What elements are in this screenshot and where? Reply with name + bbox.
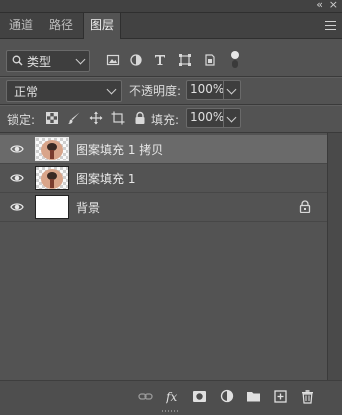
opacity-value: 100% <box>190 82 225 96</box>
filter-kind-select[interactable]: 类型 <box>6 50 90 72</box>
layer-thumbnail <box>35 195 69 219</box>
opacity-label: 不透明度: <box>129 84 182 98</box>
pattern-thumbnail-image <box>36 167 68 189</box>
layer-lock-icon <box>299 200 311 213</box>
layer-row[interactable]: 图案填充 1 <box>0 164 327 192</box>
layer-separator <box>0 221 327 222</box>
resize-grip-icon[interactable] <box>160 409 180 413</box>
link-layers-icon[interactable] <box>138 389 153 404</box>
new-adjustment-layer-icon[interactable] <box>220 389 235 404</box>
chevron-down-icon <box>75 54 86 65</box>
adjustment-layer-filter-icon[interactable] <box>129 53 143 67</box>
add-layer-mask-icon[interactable] <box>192 389 207 404</box>
opacity-input[interactable]: 100% <box>186 80 225 100</box>
tab-layers[interactable]: 图层 <box>83 13 121 39</box>
type-layer-filter-icon[interactable] <box>153 53 167 67</box>
tab-bar: 通道 路径 图层 <box>0 13 342 39</box>
lock-label: 锁定: <box>7 113 36 127</box>
fill-value: 100% <box>190 110 225 124</box>
lock-artboard-icon[interactable] <box>111 111 125 125</box>
layer-thumbnail <box>35 137 69 161</box>
filter-toggle-icon[interactable] <box>230 50 240 70</box>
chevron-down-icon <box>106 84 117 95</box>
layer-row[interactable]: 背景 <box>0 193 327 221</box>
new-layer-icon[interactable] <box>273 389 288 404</box>
pattern-thumbnail-image <box>36 138 68 160</box>
layer-row[interactable]: 图案填充 1 拷贝 <box>0 135 327 163</box>
blend-mode-select[interactable]: 正常 <box>6 80 122 102</box>
collapse-icon[interactable]: ‹‹ <box>316 0 323 11</box>
search-icon <box>12 55 23 66</box>
visibility-eye-icon[interactable] <box>10 172 24 184</box>
opacity-dropdown-button[interactable] <box>223 80 241 100</box>
visibility-eye-icon[interactable] <box>10 201 24 213</box>
lock-image-pixels-brush-icon[interactable] <box>67 111 81 125</box>
delete-layer-trash-icon[interactable] <box>300 389 315 404</box>
chevron-down-icon <box>226 112 237 123</box>
layer-name: 图案填充 1 <box>76 172 136 186</box>
lock-position-move-icon[interactable] <box>89 111 103 125</box>
tab-channels[interactable]: 通道 <box>4 13 38 38</box>
divider <box>0 105 342 106</box>
shape-layer-filter-icon[interactable] <box>178 53 192 67</box>
lock-transparent-pixels-icon[interactable] <box>45 111 59 125</box>
layers-panel: ‹‹ × 通道 路径 图层 类型 正常 不透明度: 100% 锁定: 填充: 1… <box>0 0 342 415</box>
fill-label: 填充: <box>151 113 180 127</box>
layer-name: 背景 <box>76 201 101 215</box>
fill-input[interactable]: 100% <box>186 108 225 128</box>
pixel-layer-filter-icon[interactable] <box>106 53 120 67</box>
svg-text:fx: fx <box>166 390 177 404</box>
divider <box>0 77 342 78</box>
visibility-eye-icon[interactable] <box>10 143 24 155</box>
tab-paths[interactable]: 路径 <box>44 13 78 38</box>
layers-bottom-toolbar: fx <box>0 380 342 415</box>
blend-mode-value: 正常 <box>14 85 39 99</box>
chevron-down-icon <box>226 84 237 95</box>
lock-all-icon[interactable] <box>133 111 147 125</box>
layer-list: 图案填充 1 拷贝 图案填充 1 背景 <box>0 133 342 380</box>
close-icon[interactable]: × <box>329 0 338 11</box>
smart-object-filter-icon[interactable] <box>203 53 217 67</box>
layer-style-fx-icon[interactable]: fx <box>166 389 181 404</box>
fill-dropdown-button[interactable] <box>223 108 241 128</box>
layer-name: 图案填充 1 拷贝 <box>76 143 164 157</box>
filter-kind-label: 类型 <box>27 55 52 69</box>
panel-header-strip: ‹‹ × <box>0 0 342 13</box>
new-group-folder-icon[interactable] <box>246 389 261 404</box>
panel-menu-icon[interactable] <box>325 21 336 33</box>
layer-thumbnail <box>35 166 69 190</box>
layer-list-scrollbar[interactable] <box>327 133 342 380</box>
